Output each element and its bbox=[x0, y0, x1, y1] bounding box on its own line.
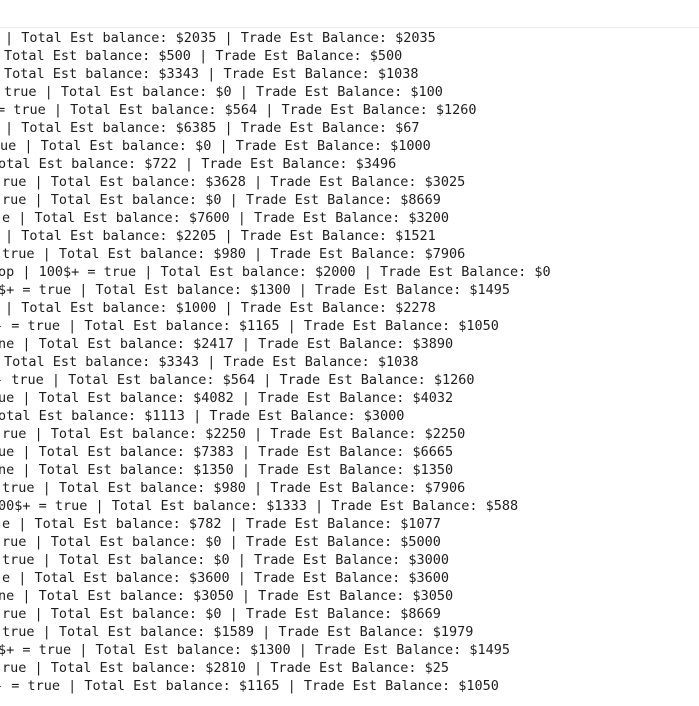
top-divider bbox=[0, 27, 699, 28]
console-line: rue | Total Est balance: $0 | Trade Est … bbox=[2, 606, 441, 622]
console-line: rue | Total Est balance: $2250 | Trade E… bbox=[2, 426, 466, 442]
console-line: true | Total Est balance: $980 | Trade E… bbox=[2, 480, 466, 496]
console-line: ue | Total Est balance: $0 | Trade Est B… bbox=[0, 138, 431, 154]
console-line: - = true | Total Est balance: $1165 | Tr… bbox=[0, 318, 499, 334]
console-line: rue | Total Est balance: $0 | Trade Est … bbox=[2, 192, 441, 208]
console-line: e | Total Est balance: $782 | Trade Est … bbox=[2, 516, 441, 532]
console-line: - = true | Total Est balance: $1165 | Tr… bbox=[0, 678, 499, 694]
console-line: = true | Total Est balance: $564 | Trade… bbox=[0, 102, 477, 118]
console-output[interactable]: | Total Est balance: $2035 | Trade Est B… bbox=[0, 29, 699, 706]
console-line: true | Total Est balance: $1589 | Trade … bbox=[2, 624, 474, 640]
console-line: op | 100$+ = true | Total Est balance: $… bbox=[0, 264, 551, 280]
console-line: rue | Total Est balance: $0 | Trade Est … bbox=[2, 534, 441, 550]
console-line: e | Total Est balance: $3600 | Trade Est… bbox=[2, 570, 450, 586]
console-line: ue | Total Est balance: $7383 | Trade Es… bbox=[0, 444, 454, 460]
console-line: 00$+ = true | Total Est balance: $1333 |… bbox=[0, 498, 519, 514]
console-line: $+ = true | Total Est balance: $1300 | T… bbox=[0, 642, 511, 658]
console-line: $+ = true | Total Est balance: $1300 | T… bbox=[0, 282, 511, 298]
console-line: otal Est balance: $1113 | Trade Est Bala… bbox=[0, 408, 405, 424]
console-line: | Total Est balance: $2035 | Trade Est B… bbox=[5, 30, 436, 46]
console-line: | Total Est balance: $1000 | Trade Est B… bbox=[5, 300, 436, 316]
console-line: Total Est balance: $500 | Trade Est Bala… bbox=[4, 48, 403, 64]
console-line: e | Total Est balance: $7600 | Trade Est… bbox=[2, 210, 450, 226]
console-line: true | Total Est balance: $0 | Trade Est… bbox=[2, 552, 450, 568]
console-line: ne | Total Est balance: $1350 | Trade Es… bbox=[0, 462, 454, 478]
console-line: Total Est balance: $3343 | Trade Est Bal… bbox=[4, 354, 419, 370]
console-line: ne | Total Est balance: $3050 | Trade Es… bbox=[0, 588, 454, 604]
console-line: true | Total Est balance: $980 | Trade E… bbox=[2, 246, 466, 262]
console-line: otal Est balance: $722 | Trade Est Balan… bbox=[0, 156, 397, 172]
console-line: rue | Total Est balance: $2810 | Trade E… bbox=[2, 660, 450, 676]
console-line: | Total Est balance: $2205 | Trade Est B… bbox=[5, 228, 436, 244]
console-line: rue | Total Est balance: $3628 | Trade E… bbox=[2, 174, 466, 190]
console-line: - true | Total Est balance: $564 | Trade… bbox=[0, 372, 475, 388]
console-line: ne | Total Est balance: $2417 | Trade Es… bbox=[0, 336, 454, 352]
console-line: true | Total Est balance: $0 | Trade Est… bbox=[4, 84, 443, 100]
console-line: | Total Est balance: $6385 | Trade Est B… bbox=[5, 120, 420, 136]
console-line: Total Est balance: $3343 | Trade Est Bal… bbox=[4, 66, 419, 82]
console-line: ue | Total Est balance: $4082 | Trade Es… bbox=[0, 390, 454, 406]
